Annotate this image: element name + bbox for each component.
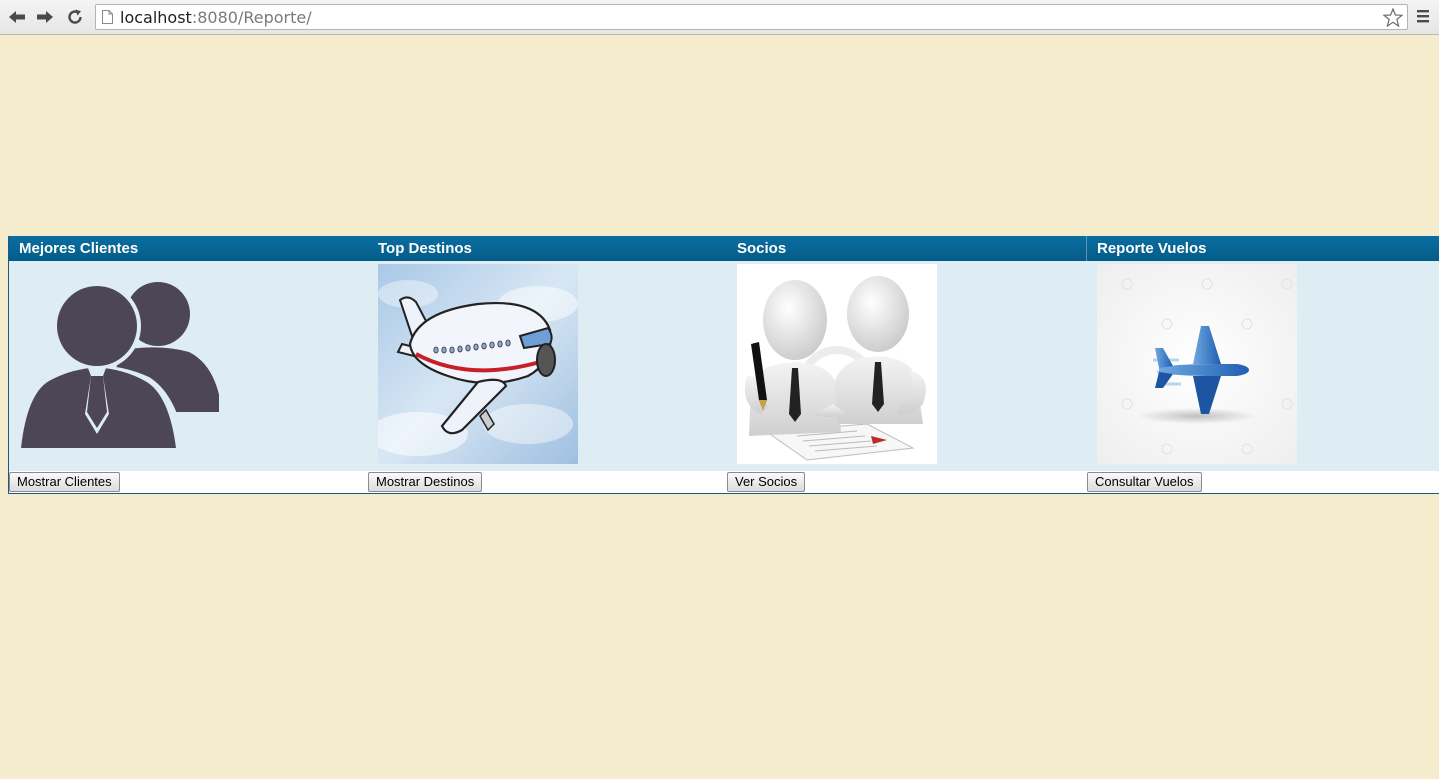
page-icon (102, 10, 113, 24)
ver-socios-button[interactable]: Ver Socios (727, 472, 806, 492)
column-body (368, 261, 728, 471)
column-body (1087, 261, 1439, 471)
url-host: localhost (120, 8, 192, 27)
column-title: Mejores Clientes (19, 240, 139, 257)
column-footer: Mostrar Destinos (368, 471, 728, 493)
report-panel: Mejores Clientes Mostrar Clientes Top De… (8, 236, 1439, 494)
column-title: Reporte Vuelos (1097, 240, 1207, 257)
column-title: Top Destinos (378, 240, 472, 257)
mostrar-destinos-button[interactable]: Mostrar Destinos (368, 472, 483, 492)
column-body (727, 261, 1087, 471)
menu-icon[interactable] (1416, 9, 1431, 24)
reload-button[interactable] (64, 6, 86, 28)
back-button[interactable] (6, 6, 28, 28)
column-header: Socios (727, 236, 1087, 261)
url-path: :8080/Reporte/ (191, 8, 312, 27)
reload-icon (68, 9, 82, 24)
column-title: Socios (737, 240, 787, 257)
report-column-clientes: Mejores Clientes Mostrar Clientes (9, 236, 369, 493)
cartoon-airplane-image (378, 264, 578, 464)
column-footer: Ver Socios (727, 471, 1087, 493)
consultar-vuelos-button[interactable]: Consultar Vuelos (1087, 472, 1202, 492)
column-header: Reporte Vuelos (1087, 236, 1439, 261)
url-text: localhost:8080/Reporte/ (120, 8, 312, 27)
business-partners-image (737, 264, 937, 464)
column-footer: Mostrar Clientes (9, 471, 369, 493)
forward-icon (37, 11, 53, 23)
report-column-destinos: Top Destinos Mostrar Destinos (368, 236, 728, 493)
clients-people-icon (19, 264, 219, 464)
browser-toolbar: localhost:8080/Reporte/ (0, 0, 1439, 35)
column-header: Top Destinos (368, 236, 728, 261)
column-footer: Consultar Vuelos (1087, 471, 1439, 493)
blue-airplane-image (1097, 264, 1297, 464)
report-column-socios: Socios Ver Socios (727, 236, 1087, 493)
address-bar[interactable]: localhost:8080/Reporte/ (95, 4, 1408, 30)
mostrar-clientes-button[interactable]: Mostrar Clientes (9, 472, 120, 492)
star-icon[interactable] (1383, 8, 1403, 27)
back-icon (9, 11, 25, 23)
forward-button[interactable] (34, 6, 56, 28)
report-column-vuelos: Reporte Vuelos Consultar Vuelos (1087, 236, 1439, 493)
column-body (9, 261, 369, 471)
column-header: Mejores Clientes (9, 236, 369, 261)
